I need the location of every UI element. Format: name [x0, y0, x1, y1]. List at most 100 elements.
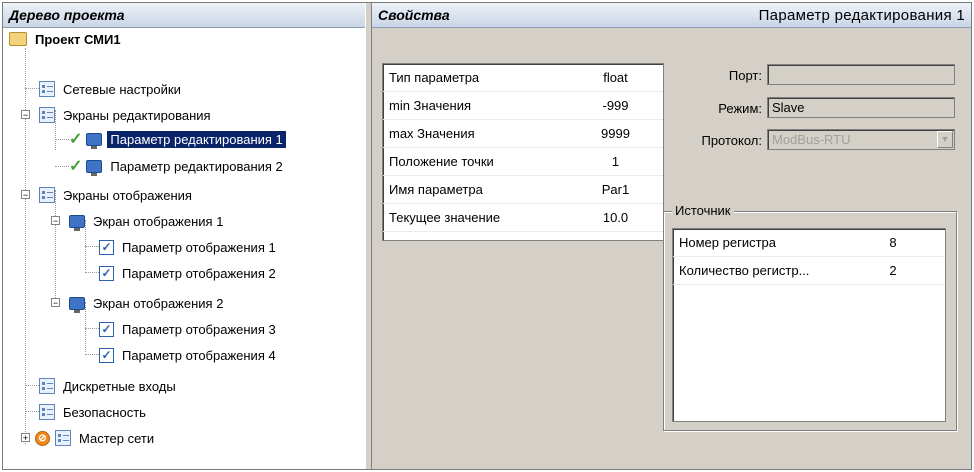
tree-line [85, 328, 99, 329]
monitor-icon [86, 132, 103, 149]
table-row[interactable]: max Значения 9999 [383, 120, 663, 148]
collapse-toggle-minus-icon[interactable]: − [51, 298, 60, 308]
source-legend: Источник [672, 203, 734, 218]
collapse-toggle-minus-icon[interactable]: − [21, 110, 30, 120]
table-row[interactable]: Номер регистра 8 [673, 229, 945, 257]
tree-line [55, 166, 69, 167]
tree-item-label: Параметр редактирования 2 [110, 158, 283, 174]
tree-item-display-param-3[interactable]: ✓ Параметр отображения 3 [99, 318, 279, 340]
tree-item-display-screen-1[interactable]: Экран отображения 1 [69, 210, 226, 232]
tree-line [25, 385, 39, 386]
mode-field[interactable]: Slave [767, 97, 955, 118]
monitor-icon [69, 296, 85, 313]
property-value[interactable]: 1 [568, 154, 663, 169]
tree-item-display-param-2[interactable]: ✓ Параметр отображения 2 [99, 262, 279, 284]
tree-item-label: Экраны редактирования [63, 107, 211, 123]
collapse-toggle-minus-icon[interactable]: − [51, 216, 60, 226]
source-groupbox: Источник Номер регистра 8 Количество рег… [663, 203, 957, 431]
list-icon [39, 378, 55, 394]
protocol-label: Протокол: [701, 133, 762, 148]
property-name: Имя параметра [389, 182, 483, 197]
tree-line [55, 139, 69, 140]
source-grid[interactable]: Номер регистра 8 Количество регистр... 2 [672, 228, 946, 422]
tree-item-security[interactable]: Безопасность [39, 401, 149, 423]
tree-line [85, 272, 99, 273]
tree-item-edit-screens[interactable]: Экраны редактирования [39, 104, 214, 126]
property-name: max Значения [389, 126, 475, 141]
tree-item-project[interactable]: Проект СМИ1 [9, 28, 124, 50]
checkbox-icon: ✓ [99, 321, 114, 337]
property-value[interactable]: 8 [843, 235, 943, 250]
tree-line [25, 411, 39, 412]
tree-item-label: Экран отображения 2 [93, 295, 224, 311]
protocol-dropdown[interactable]: ModBus-RTU ▼ [767, 129, 955, 150]
property-value[interactable]: float [568, 70, 663, 85]
table-row[interactable]: Текущее значение 10.0 [383, 204, 663, 232]
tree-item-display-screen-2[interactable]: Экран отображения 2 [69, 292, 226, 314]
table-row[interactable]: Количество регистр... 2 [673, 257, 945, 285]
tree-item-label: Параметр отображения 3 [122, 321, 276, 337]
tree-item-network-master[interactable]: ⊘ Мастер сети [35, 427, 157, 449]
tree-item-display-screens[interactable]: Экраны отображения [39, 184, 195, 206]
parameter-properties-grid[interactable]: Тип параметра float min Значения -999 ma… [382, 63, 664, 241]
tree-item-edit-param-1[interactable]: ✓ Параметр редактирования 1 [69, 128, 286, 150]
table-row[interactable]: min Значения -999 [383, 92, 663, 120]
application-window: Дерево проекта Проект СМИ1 Сетевые настр… [2, 2, 972, 470]
tree-item-label: Экран отображения 1 [93, 213, 224, 229]
tree-item-edit-param-2[interactable]: ✓ Параметр редактирования 2 [69, 155, 286, 177]
tree-line [25, 88, 39, 89]
tree-item-network-settings[interactable]: Сетевые настройки [39, 78, 184, 100]
tree-item-label: Параметр отображения 4 [122, 347, 276, 363]
tree-line [85, 354, 99, 355]
list-icon [39, 107, 55, 123]
tree-item-discrete-inputs[interactable]: Дискретные входы [39, 375, 179, 397]
table-row[interactable]: Имя параметра Par1 [383, 176, 663, 204]
panel-splitter[interactable] [365, 3, 372, 469]
checkbox-icon: ✓ [99, 347, 114, 363]
property-value[interactable]: 2 [843, 263, 943, 278]
project-tree[interactable]: Проект СМИ1 Сетевые настройки − Экраны р… [3, 28, 365, 468]
list-icon [39, 187, 55, 203]
tree-item-label: Сетевые настройки [63, 81, 181, 97]
protocol-value: ModBus-RTU [772, 132, 851, 147]
checkmark-icon: ✓ [69, 158, 83, 175]
selected-item-title: Параметр редактирования 1 [758, 6, 965, 24]
table-row[interactable]: Положение точки 1 [383, 148, 663, 176]
property-value[interactable]: Par1 [568, 182, 663, 197]
property-name: Положение точки [389, 154, 494, 169]
project-tree-panel: Дерево проекта Проект СМИ1 Сетевые настр… [3, 3, 366, 469]
tree-item-label: Параметр отображения 1 [122, 239, 276, 255]
property-value[interactable]: -999 [568, 98, 663, 113]
project-tree-header: Дерево проекта [3, 3, 365, 28]
monitor-icon [69, 214, 85, 231]
properties-header: Свойства Параметр редактирования 1 [372, 3, 971, 28]
property-name: Тип параметра [389, 70, 480, 85]
tree-item-display-param-1[interactable]: ✓ Параметр отображения 1 [99, 236, 279, 258]
tree-item-label: Параметр отображения 2 [122, 265, 276, 281]
tree-item-label: Дискретные входы [63, 378, 176, 394]
property-name: Количество регистр... [679, 263, 810, 278]
monitor-icon [86, 159, 103, 176]
property-name: Номер регистра [679, 235, 777, 250]
checkbox-icon: ✓ [99, 239, 114, 255]
property-value[interactable]: 10.0 [568, 210, 663, 225]
property-value[interactable]: 9999 [568, 126, 663, 141]
table-row[interactable]: Тип параметра float [383, 64, 663, 92]
tree-item-label: Мастер сети [79, 430, 155, 446]
tree-line [55, 190, 56, 300]
property-name: min Значения [389, 98, 472, 113]
list-icon [39, 81, 55, 97]
properties-panel: Свойства Параметр редактирования 1 Тип п… [372, 3, 971, 469]
chevron-down-icon[interactable]: ▼ [937, 131, 953, 148]
expand-toggle-plus-icon[interactable]: + [21, 433, 30, 443]
disabled-status-icon: ⊘ [35, 430, 50, 446]
property-name: Текущее значение [389, 210, 501, 225]
list-icon [39, 404, 55, 420]
mode-label: Режим: [718, 101, 762, 116]
tree-item-label: Безопасность [63, 404, 146, 420]
list-icon [55, 430, 71, 446]
port-field[interactable] [767, 64, 955, 85]
project-tree-title: Дерево проекта [9, 7, 125, 23]
tree-item-display-param-4[interactable]: ✓ Параметр отображения 4 [99, 344, 279, 366]
collapse-toggle-minus-icon[interactable]: − [21, 190, 30, 200]
